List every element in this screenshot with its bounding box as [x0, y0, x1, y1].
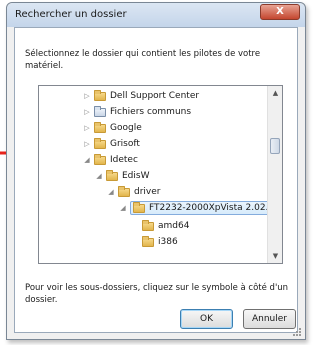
tree-item-i386[interactable]: i386	[131, 234, 178, 250]
vertical-scrollbar[interactable]: ▲ ▼	[267, 86, 282, 263]
tree-item-dell-support-center[interactable]: ▷ Dell Support Center	[83, 88, 199, 104]
tree-item-google[interactable]: ▷ Google	[83, 120, 142, 136]
tree-item-label: FT2232-2000XpVista 2.02.04	[149, 203, 280, 213]
folder-icon	[94, 153, 106, 165]
title-bar: Rechercher un dossier X	[7, 3, 305, 27]
scroll-up-icon[interactable]: ▲	[268, 86, 282, 100]
tree-item-label: EdisW	[122, 171, 150, 181]
folder-icon	[142, 235, 154, 247]
expand-arrow-icon[interactable]: ▷	[83, 124, 91, 132]
selection-highlight: FT2232-2000XpVista 2.02.04	[130, 201, 282, 215]
folder-icon	[94, 89, 106, 101]
close-button[interactable]: X	[260, 4, 300, 20]
tree-item-driver[interactable]: ◢ driver	[107, 184, 160, 200]
folder-tree[interactable]: ▷ Dell Support Center ▷ Fichiers communs…	[38, 85, 283, 264]
folder-icon	[133, 201, 145, 213]
tree-item-idetec[interactable]: ◢ Idetec	[83, 152, 138, 168]
folder-icon	[94, 137, 106, 149]
dialog-content: Sélectionnez le dossier qui contient les…	[14, 27, 298, 333]
tree-item-label: amd64	[158, 221, 190, 231]
tree-item-label: Grisoft	[110, 139, 140, 149]
tree-item-fichiers-communs[interactable]: ▷ Fichiers communs	[83, 104, 191, 120]
tree-item-ft2232-selected[interactable]: ◢ FT2232-2000XpVista 2.02.04	[119, 200, 282, 216]
expand-arrow-icon[interactable]: ▷	[83, 140, 91, 148]
folder-icon	[142, 219, 154, 231]
resize-grip-icon[interactable]	[292, 327, 302, 337]
expand-arrow-icon[interactable]: ▷	[83, 92, 91, 100]
system-folder-icon	[94, 105, 106, 117]
tree-item-grisoft[interactable]: ▷ Grisoft	[83, 136, 140, 152]
hint-text: Pour voir les sous-dossiers, cliquez sur…	[25, 283, 289, 305]
browse-folder-dialog: Rechercher un dossier X Sélectionnez le …	[6, 2, 306, 340]
tree-item-amd64[interactable]: amd64	[131, 218, 189, 234]
tree-item-label: Fichiers communs	[110, 107, 192, 117]
folder-icon	[94, 121, 106, 133]
tree-item-label: Dell Support Center	[110, 91, 200, 101]
tree-item-label: Idetec	[110, 155, 138, 165]
folder-icon	[106, 169, 118, 181]
folder-icon	[118, 185, 130, 197]
expand-arrow-icon[interactable]: ▷	[83, 108, 91, 116]
scroll-down-icon[interactable]: ▼	[268, 249, 282, 263]
instruction-text: Sélectionnez le dossier qui contient les…	[25, 49, 261, 71]
scrollbar-thumb[interactable]	[270, 138, 280, 154]
collapse-arrow-icon[interactable]: ◢	[95, 172, 103, 180]
tree-item-edisw[interactable]: ◢ EdisW	[95, 168, 150, 184]
tree-item-label: Google	[110, 123, 142, 133]
ok-button[interactable]: OK	[180, 309, 233, 329]
window-title: Rechercher un dossier	[15, 9, 127, 20]
collapse-arrow-icon[interactable]: ◢	[107, 188, 115, 196]
collapse-arrow-icon[interactable]: ◢	[83, 156, 91, 164]
collapse-arrow-icon[interactable]: ◢	[119, 204, 127, 212]
tree-item-label: i386	[158, 237, 178, 247]
tree-item-label: driver	[134, 187, 161, 197]
cancel-button[interactable]: Annuler	[243, 309, 296, 329]
